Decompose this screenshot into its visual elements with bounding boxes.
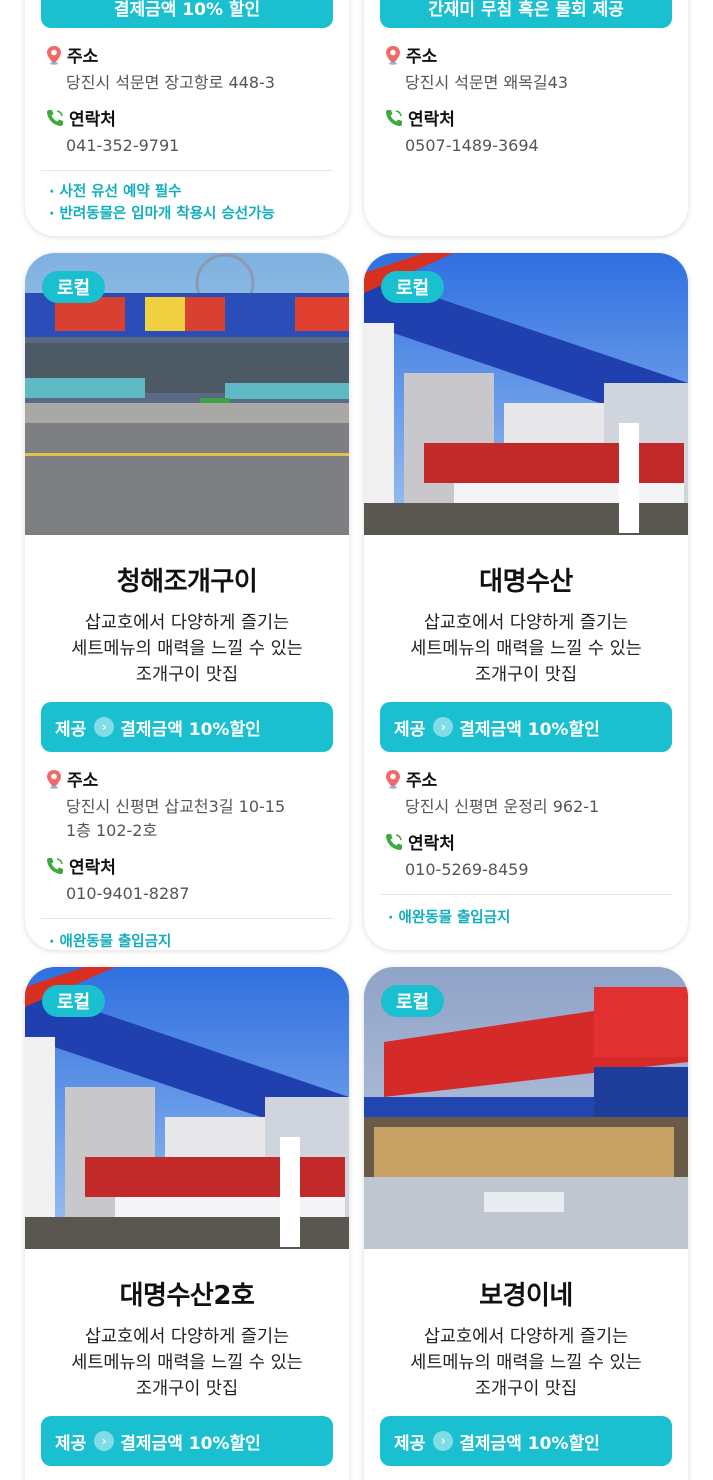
description-line: 조개구이 맛집 (135, 665, 239, 685)
store-name: 보경이네 (479, 1281, 573, 1311)
store-card-daemyeong[interactable]: 로컬 대명수산 삽교호에서 다양하게 즐기는 세트메뉴의 매력을 느낄 수 있는… (364, 253, 688, 950)
phone-value[interactable]: 010-5269-8459 (384, 858, 672, 882)
store-name: 대명수산2호 (119, 1281, 255, 1311)
address-label: 주소 (67, 47, 99, 67)
notes: · 애완동물 출입금지 (364, 895, 688, 929)
benefit-button[interactable]: 제공 › 결제금액 10%할인 (41, 702, 333, 752)
description-line: 조개구이 맛집 (135, 1379, 239, 1399)
store-card-top-left[interactable]: 결제금액 10% 할인 주소 당진시 석문면 장고항로 448-3 연락처 04… (25, 0, 349, 236)
map-pin-icon (386, 45, 400, 65)
benefit-prefix: 제공 (55, 719, 87, 740)
benefit-text: 결제금액 10%할인 (459, 1433, 600, 1454)
description-line: 세트메뉴의 매력을 느낄 수 있는 (71, 639, 303, 659)
benefit-prefix: 제공 (55, 1433, 87, 1454)
store-description: 삽교호에서 다양하게 즐기는 세트메뉴의 매력을 느낄 수 있는 조개구이 맛집 (25, 610, 349, 688)
map-pin-icon (47, 769, 61, 789)
local-badge: 로컬 (42, 271, 106, 303)
benefit-text: 결제금액 10%할인 (459, 719, 600, 740)
address-line: 당진시 신평면 운정리 962-1 (405, 797, 600, 816)
description-line: 조개구이 맛집 (474, 665, 578, 685)
chevron-right-icon: › (433, 1431, 454, 1451)
description-line: 세트메뉴의 매력을 느낄 수 있는 (410, 639, 642, 659)
phone-icon (386, 109, 402, 126)
local-badge: 로컬 (42, 985, 106, 1017)
note-line: · 사전 유선 예약 필수 (49, 184, 182, 200)
address-line: 1층 102-2호 (66, 821, 158, 840)
benefit-button[interactable]: 제공 › 결제금액 10%할인 (380, 1416, 672, 1466)
store-photo: 로컬 (25, 967, 349, 1249)
description-line: 조개구이 맛집 (474, 1379, 578, 1399)
benefit-button[interactable]: 제공 › 결제금액 10%할인 (380, 702, 672, 752)
phone-icon (47, 109, 63, 126)
store-description: 삽교호에서 다양하게 즐기는 세트메뉴의 매력을 느낄 수 있는 조개구이 맛집 (364, 1324, 688, 1402)
store-name: 청해조개구이 (116, 567, 258, 597)
note-line: · 반려동물은 입마개 착용시 승선가능 (49, 206, 275, 222)
store-card-daemyeong-2[interactable]: 로컬 대명수산2호 삽교호에서 다양하게 즐기는 세트메뉴의 매력을 느낄 수 … (25, 967, 349, 1480)
description-line: 삽교호에서 다양하게 즐기는 (423, 613, 629, 633)
local-badge: 로컬 (381, 271, 445, 303)
benefit-text: 결제금액 10% 할인 (113, 0, 261, 20)
note-line: · 애완동물 출입금지 (49, 934, 172, 950)
note-line: · 애완동물 출입금지 (388, 910, 511, 926)
benefit-prefix: 제공 (394, 719, 426, 740)
address-line: 당진시 신평면 삽교천3길 10-15 (66, 797, 286, 816)
description-line: 세트메뉴의 매력을 느낄 수 있는 (410, 1353, 642, 1373)
address-label: 주소 (406, 771, 438, 791)
notes: · 애완동물 출입금지 (25, 919, 349, 950)
phone-value[interactable]: 0507-1489-3694 (384, 134, 672, 158)
chevron-right-icon: › (433, 717, 454, 737)
store-name: 대명수산 (479, 567, 573, 597)
phone-icon (47, 857, 63, 874)
contact-label: 연락처 (408, 834, 455, 854)
benefit-text: 결제금액 10%할인 (120, 719, 261, 740)
phone-value[interactable]: 010-9401-8287 (45, 882, 333, 906)
address-value: 당진시 신평면 삽교천3길 10-15 1층 102-2호 (45, 795, 333, 843)
phone-value[interactable]: 041-352-9791 (45, 134, 333, 158)
store-photo: 로컬 (25, 253, 349, 535)
store-card-bogyeong[interactable]: 로컬 보경이네 삽교호에서 다양하게 즐기는 세트메뉴의 매력을 느낄 수 있는… (364, 967, 688, 1480)
store-card-top-right[interactable]: 간재미 무침 혹은 물회 제공 주소 당진시 석문면 왜목길43 연락처 050… (364, 0, 688, 236)
phone-icon (386, 833, 402, 850)
benefit-prefix: 제공 (394, 1433, 426, 1454)
store-card-cheonghae[interactable]: 로컬 청해조개구이 삽교호에서 다양하게 즐기는 세트메뉴의 매력을 느낄 수 … (25, 253, 349, 950)
benefit-button[interactable]: 결제금액 10% 할인 (41, 0, 333, 28)
map-pin-icon (386, 769, 400, 789)
description-line: 삽교호에서 다양하게 즐기는 (84, 1327, 290, 1347)
address-label: 주소 (67, 771, 99, 791)
benefit-text: 결제금액 10%할인 (120, 1433, 261, 1454)
chevron-right-icon: › (94, 1431, 115, 1451)
store-photo: 로컬 (364, 253, 688, 535)
address-value: 당진시 신평면 운정리 962-1 (384, 795, 672, 819)
benefit-button[interactable]: 제공 › 결제금액 10%할인 (41, 1416, 333, 1466)
contact-label: 연락처 (408, 110, 455, 130)
address-value: 당진시 석문면 장고항로 448-3 (66, 73, 275, 92)
description-line: 삽교호에서 다양하게 즐기는 (84, 613, 290, 633)
chevron-right-icon: › (94, 717, 115, 737)
address-label: 주소 (406, 47, 438, 67)
contact-label: 연락처 (69, 110, 116, 130)
benefit-button[interactable]: 간재미 무침 혹은 물회 제공 (380, 0, 672, 28)
address-value: 당진시 석문면 왜목길43 (405, 73, 569, 92)
store-description: 삽교호에서 다양하게 즐기는 세트메뉴의 매력을 느낄 수 있는 조개구이 맛집 (25, 1324, 349, 1402)
description-line: 삽교호에서 다양하게 즐기는 (423, 1327, 629, 1347)
notes: · 사전 유선 예약 필수 · 반려동물은 입마개 착용시 승선가능 (25, 171, 349, 225)
local-badge: 로컬 (381, 985, 445, 1017)
store-description: 삽교호에서 다양하게 즐기는 세트메뉴의 매력을 느낄 수 있는 조개구이 맛집 (364, 610, 688, 688)
description-line: 세트메뉴의 매력을 느낄 수 있는 (71, 1353, 303, 1373)
store-photo: 로컬 (364, 967, 688, 1249)
contact-label: 연락처 (69, 858, 116, 878)
map-pin-icon (47, 45, 61, 65)
benefit-text: 간재미 무침 혹은 물회 제공 (428, 0, 624, 20)
